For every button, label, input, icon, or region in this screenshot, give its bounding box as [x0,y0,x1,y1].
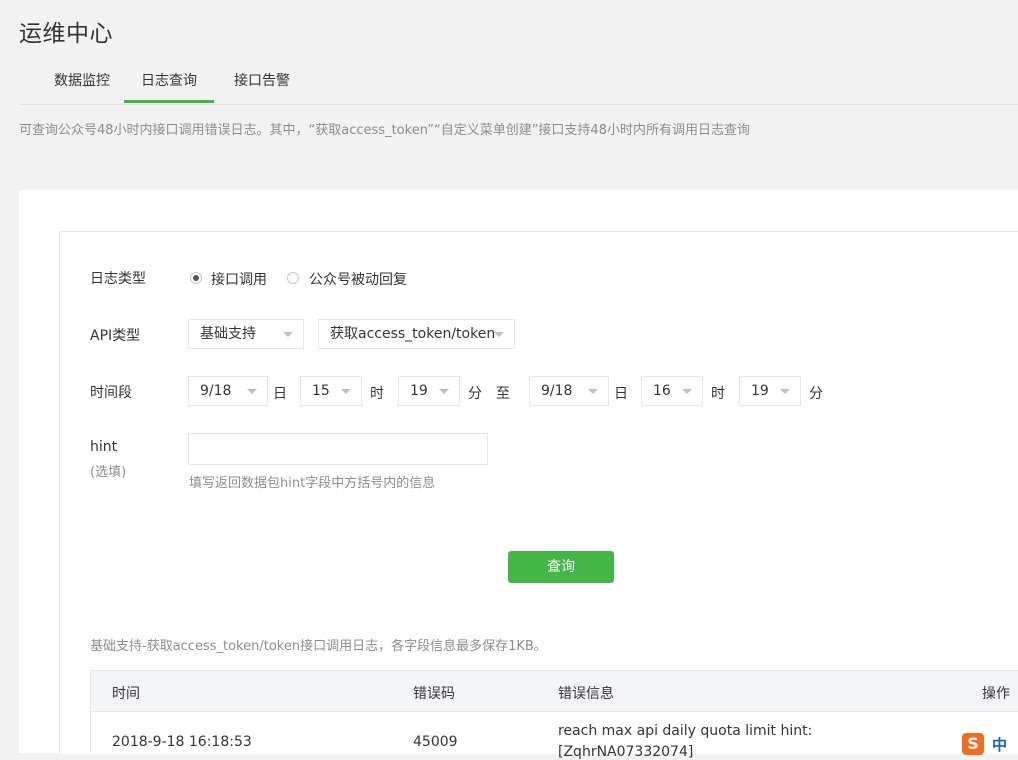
start-date-select[interactable]: 9/18 [188,376,268,406]
table-row: 2018-9-18 16:18:53 45009 reach max api d… [90,711,1018,760]
end-date-value: 9/18 [541,383,573,399]
hint-tip: 填写返回数据包hint字段中方括号内的信息 [189,476,436,491]
ime-mode-indicator[interactable]: 中 [992,734,1007,755]
range-to: 至 [496,386,510,402]
chevron-down-icon [439,389,449,394]
api-name-select[interactable]: 获取access_token/token [318,319,515,349]
start-hour-select[interactable]: 15 [300,376,362,406]
hint-optional-label: (选填) [90,465,127,480]
unit-day: 日 [273,386,287,402]
cell-error-code: 45009 [413,734,458,750]
api-category-select[interactable]: 基础支持 [188,319,304,349]
cell-error-message-line2: [ZqhrNA07332074] [558,744,694,760]
api-type-label: API类型 [90,328,141,344]
tab-bar: 数据监控 日志查询 接口告警 [19,62,1018,105]
radio-passive-reply[interactable] [287,272,299,284]
column-header-action: 操作 [982,686,1010,702]
start-hour-value: 15 [312,383,330,399]
cell-error-message-line1: reach max api daily quota limit hint: [558,723,813,739]
radio-passive-reply-label[interactable]: 公众号被动回复 [309,269,407,289]
results-caption: 基础支持-获取access_token/token接口调用日志，各字段信息最多保… [90,639,547,654]
tab-log-query[interactable]: 日志查询 [124,62,214,103]
api-category-value: 基础支持 [200,326,256,342]
ime-logo-icon[interactable]: S [962,733,984,755]
unit-minute: 分 [468,386,482,402]
start-minute-select[interactable]: 19 [398,376,460,406]
end-date-select[interactable]: 9/18 [529,376,609,406]
page-description: 可查询公众号48小时内接口调用错误日志。其中，“获取access_token”“… [19,123,750,138]
chevron-down-icon [341,389,351,394]
cell-time: 2018-9-18 16:18:53 [112,734,252,750]
start-date-value: 9/18 [200,383,232,399]
hint-label: hint [90,439,118,455]
end-minute-value: 19 [751,383,769,399]
query-button[interactable]: 查询 [508,551,614,583]
column-header-message: 错误信息 [558,686,614,702]
chevron-down-icon [780,389,790,394]
table-header: 时间 错误码 错误信息 操作 [90,670,1018,712]
chevron-down-icon [494,332,504,337]
end-hour-select[interactable]: 16 [641,376,703,406]
tab-api-alert[interactable]: 接口告警 [219,62,305,103]
radio-api-call[interactable] [190,272,202,284]
column-header-time: 时间 [112,686,140,702]
unit-day: 日 [614,386,628,402]
time-range-label: 时间段 [90,385,132,401]
chevron-down-icon [588,389,598,394]
page-title: 运维中心 [19,21,113,47]
radio-api-call-label[interactable]: 接口调用 [211,269,267,289]
end-hour-value: 16 [653,383,671,399]
end-minute-select[interactable]: 19 [739,376,801,406]
chevron-down-icon [682,389,692,394]
log-type-label: 日志类型 [90,271,146,287]
chevron-down-icon [247,389,257,394]
unit-minute: 分 [809,386,823,402]
tab-data-monitor[interactable]: 数据监控 [39,62,125,103]
api-name-value: 获取access_token/token [330,326,496,342]
start-minute-value: 19 [410,383,428,399]
hint-input[interactable] [188,433,488,465]
chevron-down-icon [283,332,293,337]
unit-hour: 时 [370,386,384,402]
column-header-code: 错误码 [413,686,455,702]
unit-hour: 时 [711,386,725,402]
